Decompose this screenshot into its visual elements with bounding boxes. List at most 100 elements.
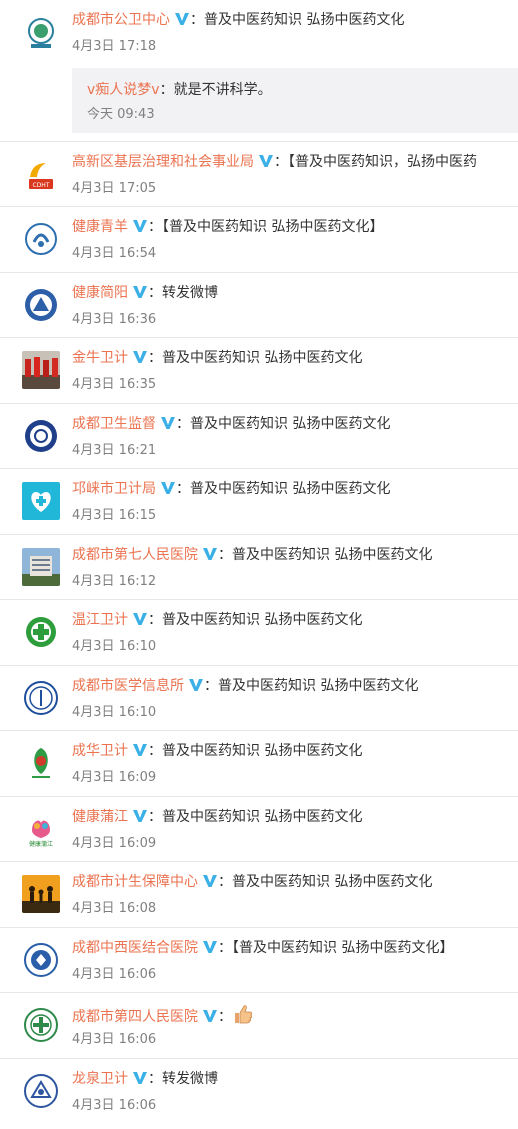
comment-time: 4月3日 16:15 bbox=[72, 508, 157, 523]
comment-time: 4月3日 16:35 bbox=[72, 377, 157, 392]
comment-feed: 成都市公卫中心 ：普及中医药知识 弘扬中医药文化 4月3日 17:18 v痴人说梦… bbox=[0, 0, 518, 1129]
commenter-name[interactable]: 成都市计生保障中心 bbox=[72, 874, 198, 890]
comment-time: 4月3日 16:06 bbox=[72, 967, 157, 982]
avatar-logo-text: 健康蒲江 bbox=[29, 840, 53, 848]
comment-item: 健康简阳 ：转发微博 4月3日 16:36 bbox=[0, 273, 518, 338]
avatar[interactable]: 健康蒲江 bbox=[22, 810, 60, 848]
verified-icon bbox=[174, 11, 190, 27]
avatar[interactable] bbox=[22, 744, 60, 782]
comment-text: 普及中医药知识 弘扬中医药文化 bbox=[232, 547, 433, 563]
commenter-name[interactable]: 健康简阳 bbox=[72, 285, 128, 301]
verified-icon bbox=[202, 939, 218, 955]
verified-icon bbox=[188, 677, 204, 693]
commenter-name[interactable]: 邛崃市卫计局 bbox=[72, 481, 156, 497]
comment-item: CDHT 高新区基层治理和社会事业局 ：【普及中医药知识，弘扬中医药 4月3日 1… bbox=[0, 142, 518, 207]
comment-time: 4月3日 16:10 bbox=[72, 705, 157, 720]
comment-item: 成都卫生监督 ：普及中医药知识 弘扬中医药文化 4月3日 16:21 bbox=[0, 404, 518, 469]
avatar[interactable] bbox=[22, 613, 60, 651]
comment-time: 4月3日 16:12 bbox=[72, 574, 157, 589]
comment-time: 4月3日 17:18 bbox=[72, 39, 157, 54]
comment-text: 普及中医药知识 弘扬中医药文化 bbox=[204, 12, 405, 28]
commenter-name[interactable]: 健康蒲江 bbox=[72, 809, 128, 825]
avatar[interactable]: CDHT bbox=[22, 155, 60, 193]
reply-text: 就是不讲科学。 bbox=[173, 82, 272, 98]
comment-text: 普及中医药知识 弘扬中医药文化 bbox=[190, 481, 391, 497]
comment-text: 普及中医药知识 弘扬中医药文化 bbox=[232, 874, 433, 890]
comment-time: 4月3日 16:09 bbox=[72, 836, 157, 851]
avatar-logo-text: CDHT bbox=[33, 182, 50, 189]
comment-time: 4月3日 16:06 bbox=[72, 1098, 157, 1113]
verified-icon bbox=[202, 546, 218, 562]
comment-time: 4月3日 16:08 bbox=[72, 901, 157, 916]
comment-item: 健康蒲江 健康蒲江 ：普及中医药知识 弘扬中医药文化 4月3日 16:09 bbox=[0, 797, 518, 862]
avatar[interactable] bbox=[22, 220, 60, 258]
comment-time: 4月3日 16:21 bbox=[72, 443, 157, 458]
comment-text: 【普及中医药知识 弘扬中医药文化】 bbox=[162, 219, 384, 235]
verified-icon bbox=[202, 873, 218, 889]
verified-icon bbox=[132, 742, 148, 758]
commenter-name[interactable]: 成都中西医结合医院 bbox=[72, 940, 198, 956]
comment-time: 4月3日 16:10 bbox=[72, 639, 157, 654]
verified-icon bbox=[202, 1008, 218, 1024]
avatar[interactable] bbox=[22, 1006, 60, 1044]
commenter-name[interactable]: 成都市第七人民医院 bbox=[72, 547, 198, 563]
avatar[interactable] bbox=[22, 875, 60, 913]
comment-item: 成都市第四人民医院： 4月3日 16:06 bbox=[0, 993, 518, 1059]
comment-item: 成都市第七人民医院 ：普及中医药知识 弘扬中医药文化 4月3日 16:12 bbox=[0, 535, 518, 600]
comment-item: 成华卫计 ：普及中医药知识 弘扬中医药文化 4月3日 16:09 bbox=[0, 731, 518, 797]
thumbs-up-icon bbox=[232, 1003, 254, 1031]
avatar[interactable] bbox=[22, 679, 60, 717]
avatar[interactable] bbox=[22, 286, 60, 324]
comment-item: 成都市计生保障中心 ：普及中医药知识 弘扬中医药文化 4月3日 16:08 bbox=[0, 862, 518, 928]
commenter-name[interactable]: 龙泉卫计 bbox=[72, 1071, 128, 1087]
verified-icon bbox=[132, 349, 148, 365]
comment-item: 成都中西医结合医院 ：【普及中医药知识 弘扬中医药文化】 4月3日 16:06 bbox=[0, 928, 518, 993]
verified-icon bbox=[132, 218, 148, 234]
comment-text: 普及中医药知识 弘扬中医药文化 bbox=[218, 678, 419, 694]
commenter-name[interactable]: 成都卫生监督 bbox=[72, 416, 156, 432]
verified-icon bbox=[160, 480, 176, 496]
comment-time: 4月3日 16:36 bbox=[72, 312, 157, 327]
comment-text: 转发微博 bbox=[162, 1071, 218, 1087]
comment-text: 普及中医药知识 弘扬中医药文化 bbox=[162, 350, 363, 366]
avatar[interactable] bbox=[22, 417, 60, 455]
comment-text: 普及中医药知识 弘扬中医药文化 bbox=[190, 416, 391, 432]
comment-text: 普及中医药知识 弘扬中医药文化 bbox=[162, 743, 363, 759]
comment-text: 【普及中医药知识 弘扬中医药文化】 bbox=[232, 940, 454, 956]
comment-time: 4月3日 16:09 bbox=[72, 770, 157, 785]
comment-text: 转发微博 bbox=[162, 285, 218, 301]
avatar[interactable] bbox=[22, 941, 60, 979]
comment-item: 成都市公卫中心 ：普及中医药知识 弘扬中医药文化 4月3日 17:18 v痴人说梦… bbox=[0, 0, 518, 142]
comment-text: 普及中医药知识 弘扬中医药文化 bbox=[162, 809, 363, 825]
avatar[interactable] bbox=[22, 482, 60, 520]
commenter-name[interactable]: 成都市第四人民医院 bbox=[72, 1009, 198, 1025]
avatar[interactable] bbox=[22, 1072, 60, 1110]
comment-item: 成都市医学信息所 ：普及中医药知识 弘扬中医药文化 4月3日 16:10 bbox=[0, 666, 518, 731]
verified-icon bbox=[132, 1070, 148, 1086]
comment-text: 【普及中医药知识，弘扬中医药 bbox=[288, 154, 477, 170]
comment-time: 4月3日 16:06 bbox=[72, 1032, 157, 1047]
verified-icon bbox=[132, 808, 148, 824]
avatar[interactable] bbox=[22, 548, 60, 586]
reply-commenter-name[interactable]: v痴人说梦v bbox=[87, 82, 160, 98]
commenter-name[interactable]: 健康青羊 bbox=[72, 219, 128, 235]
avatar[interactable] bbox=[22, 14, 60, 52]
commenter-name[interactable]: 高新区基层治理和社会事业局 bbox=[72, 154, 254, 170]
comment-item: 龙泉卫计 ：转发微博 4月3日 16:06 bbox=[0, 1059, 518, 1129]
commenter-name[interactable]: 成华卫计 bbox=[72, 743, 128, 759]
commenter-name[interactable]: 成都市医学信息所 bbox=[72, 678, 184, 694]
reply-time: 今天 09:43 bbox=[87, 107, 155, 122]
commenter-name[interactable]: 金牛卫计 bbox=[72, 350, 128, 366]
comment-time: 4月3日 17:05 bbox=[72, 181, 157, 196]
comment-item: 邛崃市卫计局 ：普及中医药知识 弘扬中医药文化 4月3日 16:15 bbox=[0, 469, 518, 535]
verified-icon bbox=[132, 611, 148, 627]
commenter-name[interactable]: 成都市公卫中心 bbox=[72, 12, 170, 28]
commenter-name[interactable]: 温江卫计 bbox=[72, 612, 128, 628]
comment-item: 温江卫计 ：普及中医药知识 弘扬中医药文化 4月3日 16:10 bbox=[0, 600, 518, 666]
verified-icon bbox=[160, 415, 176, 431]
comment-item: 金牛卫计 ：普及中医药知识 弘扬中医药文化 4月3日 16:35 bbox=[0, 338, 518, 404]
comment-item: 健康青羊 ：【普及中医药知识 弘扬中医药文化】 4月3日 16:54 bbox=[0, 207, 518, 273]
avatar[interactable] bbox=[22, 351, 60, 389]
verified-icon bbox=[258, 153, 274, 169]
reply-box: v痴人说梦v：就是不讲科学。 今天 09:43 bbox=[72, 68, 518, 133]
